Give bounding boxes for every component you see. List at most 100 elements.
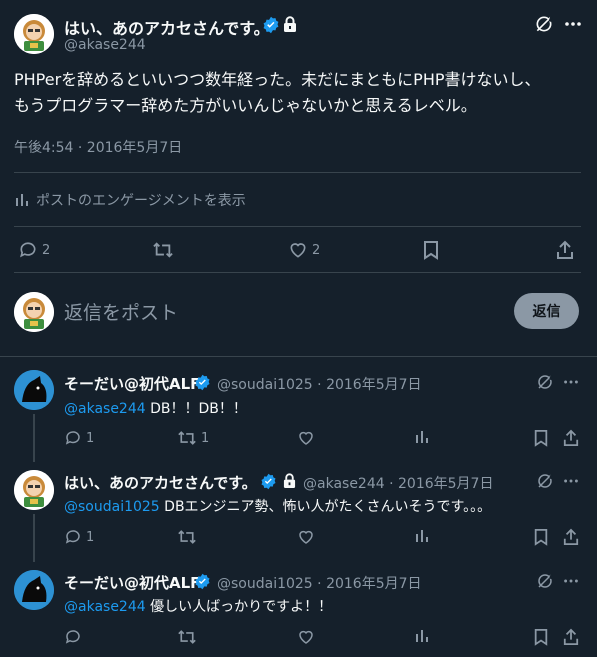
verified-badge-icon [260,473,277,494]
reply-2-retweet-button[interactable] [177,528,197,546]
reply-3-avatar[interactable] [14,570,54,610]
thread-line-1 [33,414,35,462]
reply-3-text: @akase244 優しい人ばっかりですよ！！ [64,596,332,616]
reply-2-avatar[interactable] [14,470,54,510]
reply-2-body: DBエンジニア勢、怖い人がたくさんいそうです。。。 [159,499,492,515]
lock-icon [283,473,296,493]
reply-1-like-button[interactable] [297,429,315,447]
main-post-timestamp[interactable]: 午後4:54 · 2016年5月7日 [14,137,182,157]
share-icon [563,528,579,546]
more-icon[interactable] [563,14,583,38]
reply-2-views-button[interactable] [414,528,430,544]
reply-icon [64,628,82,646]
more-icon[interactable] [562,373,580,395]
reply-3-bookmark-button[interactable] [533,628,549,646]
reply-3-retweet-button[interactable] [177,628,197,646]
reply-2-reply-count: 1 [86,529,95,545]
reply-1-date: 2016年5月7日 [326,377,422,393]
retweet-icon [152,240,174,260]
main-bookmark-button[interactable] [422,240,440,260]
reply-3-mention[interactable]: @akase244 [64,599,146,615]
views-icon [414,628,430,644]
share-icon [563,628,579,646]
reply-submit-button[interactable]: 返信 [514,293,579,329]
grok-icon[interactable] [536,472,554,494]
main-like-button[interactable]: 2 [288,240,320,260]
engagement-label: ポストのエンゲージメントを表示 [36,193,246,209]
reply-3-body: 優しい人ばっかりですよ！！ [145,599,333,615]
reply-2-reply-button[interactable]: 1 [64,528,94,546]
meta-separator: · [312,576,327,592]
main-post-text-line-1: PHPerを辞めるといいつつ数年経った。未だにまともにPHP書けないし、 [14,70,541,89]
reply-2-text: @soudai1025 DBエンジニア勢、怖い人がたくさんいそうです。。。 [64,496,491,516]
reply-2-share-button[interactable] [563,528,579,546]
main-post-author-name[interactable]: はい、あのアカセさんです。 [64,15,270,39]
verified-badge-icon [194,374,211,395]
reply-1-share-button[interactable] [563,429,579,447]
reply-3-author-name[interactable]: そーだい@初代ALF [64,572,200,593]
more-icon[interactable] [562,572,580,594]
verified-badge-icon [194,573,211,594]
reply-2-bookmark-button[interactable] [533,528,549,546]
reply-1-reply-count: 1 [86,430,95,446]
reply-1-text: @akase244 DB！！DB！！ [64,398,247,418]
reply-2-mention[interactable]: @soudai1025 [64,499,160,515]
divider-actions [14,272,581,273]
main-post-text-line-2: もうプログラマー辞めた方がいいんじゃないかと思えるレベル。 [14,96,477,115]
grok-icon[interactable] [536,373,554,395]
reply-3-views-button[interactable] [414,628,430,644]
main-retweet-button[interactable] [152,240,174,260]
bookmark-icon [533,628,549,646]
reply-1-author-name[interactable]: そーだい@初代ALF [64,373,200,394]
share-icon [556,240,574,260]
reply-1-views-button[interactable] [414,429,430,445]
reply-input[interactable]: 返信をポスト [64,298,178,325]
composer-avatar [14,292,54,332]
thread-line-2 [33,514,35,562]
reply-2-like-button[interactable] [297,528,315,546]
divider-engagement [14,226,581,227]
main-post-author-handle[interactable]: @akase244 [64,37,146,53]
reply-icon [64,528,82,546]
reply-1-meta[interactable]: @soudai1025 · 2016年5月7日 [217,374,422,394]
reply-1-reply-button[interactable]: 1 [64,429,94,447]
reply-3-author-handle: @soudai1025 [217,576,313,592]
reply-1-retweet-button[interactable]: 1 [177,429,209,447]
reply-3-date: 2016年5月7日 [326,576,422,592]
like-icon [297,628,315,646]
views-icon [414,528,430,544]
like-icon [288,240,308,260]
reply-1-retweet-count: 1 [201,430,210,446]
share-icon [563,429,579,447]
reply-1-bookmark-button[interactable] [533,429,549,447]
reply-3-meta[interactable]: @soudai1025 · 2016年5月7日 [217,573,422,593]
grok-icon[interactable] [534,14,554,38]
reply-1-mention[interactable]: @akase244 [64,401,146,417]
reply-icon [64,429,82,447]
main-post-avatar[interactable] [14,14,54,54]
reply-2-meta[interactable]: @akase244 · 2016年5月7日 [303,473,493,493]
reply-2-author-name[interactable]: はい、あのアカセさんです。 [64,472,257,493]
retweet-icon [177,628,197,646]
engagement-link[interactable]: ポストのエンゲージメントを表示 [14,190,246,210]
views-icon [14,192,30,208]
reply-icon [18,240,38,260]
reply-2-date: 2016年5月7日 [398,476,494,492]
reply-1-avatar[interactable] [14,370,54,410]
main-like-count: 2 [312,242,321,258]
divider-composer [0,356,597,357]
more-icon[interactable] [562,472,580,494]
reply-3-like-button[interactable] [297,628,315,646]
main-reply-button[interactable]: 2 [18,240,50,260]
reply-3-share-button[interactable] [563,628,579,646]
main-share-button[interactable] [556,240,574,260]
reply-3-reply-button[interactable] [64,628,82,646]
reply-1-author-handle: @soudai1025 [217,377,313,393]
grok-icon[interactable] [536,572,554,594]
bookmark-icon [533,429,549,447]
like-icon [297,429,315,447]
lock-icon [283,16,297,37]
reply-2-author-handle: @akase244 [303,476,385,492]
views-icon [414,429,430,445]
bookmark-icon [422,240,440,260]
